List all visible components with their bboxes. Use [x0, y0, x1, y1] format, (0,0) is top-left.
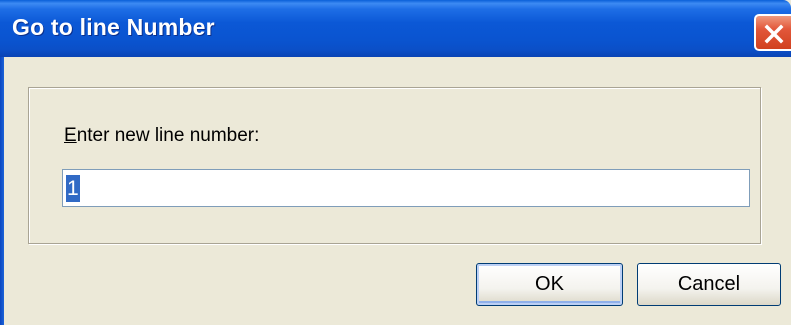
- close-icon: [764, 24, 784, 44]
- window-border: [0, 57, 4, 325]
- group-box: [28, 87, 761, 244]
- accelerator-key: E: [64, 125, 77, 146]
- line-number-label: Enter new line number:: [64, 125, 259, 147]
- selected-text: 1: [66, 175, 80, 202]
- label-text: nter new line number:: [76, 125, 260, 146]
- title-bar[interactable]: Go to line Number: [0, 0, 791, 57]
- dialog-title: Go to line Number: [12, 14, 215, 40]
- line-number-input[interactable]: 1: [62, 169, 750, 207]
- close-button[interactable]: [754, 14, 791, 51]
- cancel-button[interactable]: Cancel: [637, 263, 781, 306]
- ok-button[interactable]: OK: [476, 263, 623, 306]
- goto-line-dialog: Go to line Number Enter new line number:…: [0, 0, 791, 325]
